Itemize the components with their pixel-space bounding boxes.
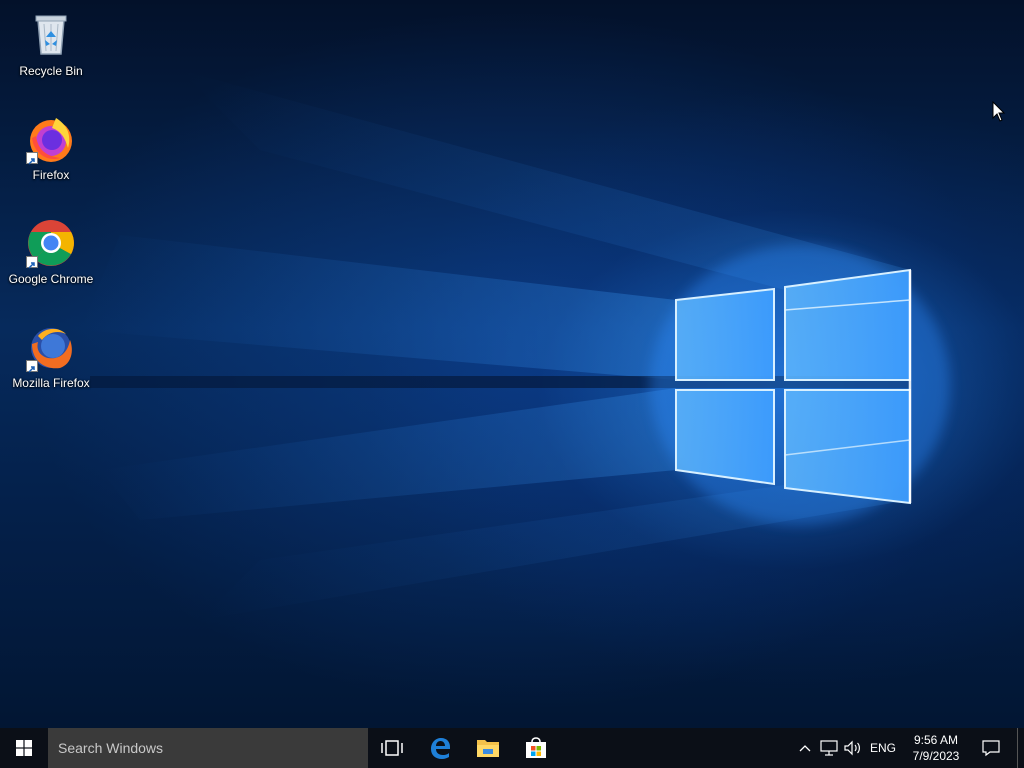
chevron-up-icon bbox=[799, 745, 811, 752]
network-button[interactable] bbox=[817, 728, 841, 768]
desktop-icon-label: Firefox bbox=[32, 168, 70, 182]
windows-logo-icon bbox=[16, 740, 32, 756]
desktop-icon-label: Recycle Bin bbox=[19, 64, 83, 78]
desktop-icon-firefox[interactable]: Firefox bbox=[6, 108, 96, 200]
show-desktop-button[interactable] bbox=[1017, 728, 1024, 768]
search-input[interactable] bbox=[56, 739, 360, 757]
network-icon bbox=[820, 740, 838, 756]
desktop-icon-label: Mozilla Firefox bbox=[12, 376, 90, 390]
speaker-icon bbox=[844, 740, 860, 756]
chrome-icon bbox=[26, 218, 76, 269]
store-button[interactable] bbox=[512, 728, 560, 768]
file-explorer-button[interactable] bbox=[464, 728, 512, 768]
desktop[interactable]: Recycle Bin Firefox Google Chrome Mozill… bbox=[0, 0, 1024, 728]
action-center-button[interactable] bbox=[971, 728, 1011, 768]
edge-icon bbox=[431, 738, 450, 759]
firefox-classic-icon bbox=[26, 322, 76, 373]
recycle-bin-icon bbox=[26, 10, 76, 60]
firefox-icon bbox=[26, 114, 76, 165]
desktop-icon-label: Google Chrome bbox=[8, 272, 94, 286]
taskbar: ENG 9:56 AM 7/9/2023 bbox=[0, 728, 1024, 768]
shortcut-arrow-icon bbox=[26, 152, 38, 165]
show-hidden-icons-button[interactable] bbox=[793, 728, 817, 768]
folder-icon bbox=[477, 740, 499, 757]
start-button[interactable] bbox=[0, 728, 48, 768]
clock[interactable]: 9:56 AM 7/9/2023 bbox=[901, 728, 971, 768]
shortcut-arrow-icon bbox=[26, 256, 38, 269]
desktop-icon-google-chrome[interactable]: Google Chrome bbox=[6, 212, 96, 304]
desktop-icon-mozilla-firefox[interactable]: Mozilla Firefox bbox=[6, 316, 96, 408]
desktop-icon-recycle-bin[interactable]: Recycle Bin bbox=[6, 4, 96, 96]
system-tray: ENG 9:56 AM 7/9/2023 bbox=[793, 728, 1024, 768]
search-box[interactable] bbox=[48, 728, 368, 768]
language-indicator[interactable]: ENG bbox=[865, 728, 901, 768]
task-view-icon bbox=[381, 740, 403, 756]
task-view-button[interactable] bbox=[368, 728, 416, 768]
volume-button[interactable] bbox=[841, 728, 865, 768]
notification-icon bbox=[982, 740, 1000, 757]
clock-date: 7/9/2023 bbox=[912, 749, 960, 763]
store-icon bbox=[526, 737, 546, 758]
edge-button[interactable] bbox=[416, 728, 464, 768]
clock-time: 9:56 AM bbox=[913, 733, 959, 747]
wallpaper-image bbox=[80, 70, 950, 620]
shortcut-arrow-icon bbox=[26, 360, 38, 373]
mouse-cursor-icon bbox=[992, 101, 1006, 122]
